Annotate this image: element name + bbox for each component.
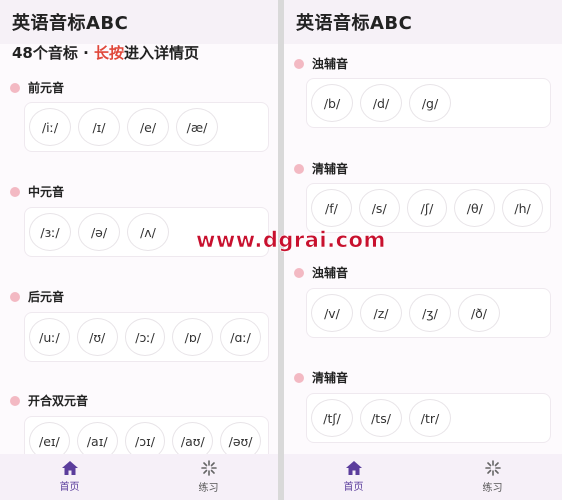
section-header-voiceless-affricates: 清辅音 [294,369,348,386]
phoneme-chip[interactable]: /s/ [358,189,400,227]
bullet-dot-icon [294,372,304,383]
nav-practice-label: 练习 [482,483,503,494]
practice-icon [200,460,217,476]
bullet-dot-icon [294,267,304,278]
section-header-diphthongs: 开合双元音 [10,392,88,409]
phoneme-chip[interactable]: /v/ [311,294,353,332]
bullet-dot-icon [294,58,304,69]
phoneme-chip[interactable]: /z/ [360,294,402,332]
app-title: 英语音标ABC [12,13,129,34]
subtitle-suffix: 进入详情页 [124,44,200,62]
watermark-text: www.dgrai.com [196,228,386,253]
section-header-voiceless-consonants: 清辅音 [294,160,348,177]
phoneme-chip[interactable]: /e/ [127,108,169,146]
nav-home[interactable]: 首页 [284,454,423,500]
home-icon [345,461,362,475]
section-header-back-vowels: 后元音 [10,288,64,305]
nav-home-label: 首页 [59,482,80,493]
phoneme-chip[interactable]: /ɒ/ [172,318,214,356]
section-label: 浊辅音 [312,57,349,71]
app-title: 英语音标ABC [296,13,413,34]
phoneme-card: /tʃ/ /ts/ /tr/ [306,393,551,443]
phoneme-card: /v/ /z/ /ʒ/ /ð/ [306,288,551,338]
section-header-voiced-fricatives: 浊辅音 [294,264,348,281]
phoneme-chip[interactable]: /h/ [502,189,543,227]
phoneme-chip[interactable]: /d/ [360,84,402,122]
practice-icon [484,460,501,476]
phoneme-card: /iː/ /ɪ/ /e/ /æ/ [24,102,269,152]
phoneme-chip[interactable]: /iː/ [29,108,71,146]
phoneme-chip[interactable]: /ts/ [360,399,402,437]
phoneme-chip[interactable]: /ɪ/ [78,108,120,146]
phoneme-chip[interactable]: /g/ [409,84,451,122]
bottom-nav: 首页 练习 [284,454,562,500]
phoneme-card: /uː/ /ʊ/ /ɔː/ /ɒ/ /ɑː/ [24,312,269,362]
phoneme-chip[interactable]: /ɑː/ [220,318,261,356]
phoneme-chip[interactable]: /θ/ [454,189,496,227]
phoneme-chip[interactable]: /ʃ/ [406,189,448,227]
section-label: 中元音 [28,185,65,199]
bullet-dot-icon [10,82,20,93]
bullet-dot-icon [10,395,20,406]
app-bar: 英语音标ABC [284,0,562,44]
nav-practice-label: 练习 [198,483,219,494]
nav-home[interactable]: 首页 [0,454,139,500]
phoneme-chip[interactable]: /ə/ [78,213,120,251]
section-label: 后元音 [28,290,65,304]
section-label: 清辅音 [312,162,349,176]
phoneme-chip[interactable]: /ʒ/ [409,294,451,332]
nav-practice[interactable]: 练习 [139,454,278,500]
phoneme-chip[interactable]: /ɜː/ [29,213,71,251]
nav-practice[interactable]: 练习 [423,454,562,500]
nav-home-label: 首页 [343,482,364,493]
phoneme-chip[interactable]: /æ/ [176,108,218,146]
phoneme-chip[interactable]: /ʊ/ [76,318,118,356]
page-subtitle: 48个音标 · 长按进入详情页 [12,42,199,63]
section-label: 清辅音 [312,371,349,385]
section-label: 浊辅音 [312,266,349,280]
section-label: 前元音 [28,81,65,95]
subtitle-prefix: 48个音标 · [12,44,95,62]
section-header-front-vowels: 前元音 [10,79,64,96]
app-bar: 英语音标ABC [0,0,278,44]
phoneme-card: /b/ /d/ /g/ [306,78,551,128]
phoneme-chip[interactable]: /b/ [311,84,353,122]
section-label: 开合双元音 [28,394,89,408]
bottom-nav: 首页 练习 [0,454,278,500]
phoneme-chip[interactable]: /ʌ/ [127,213,169,251]
home-icon [61,461,78,475]
phoneme-chip[interactable]: /tʃ/ [311,399,353,437]
bullet-dot-icon [10,186,20,197]
bullet-dot-icon [294,163,304,174]
subtitle-highlight: 长按 [94,44,125,62]
phoneme-chip[interactable]: /ð/ [458,294,500,332]
phoneme-chip[interactable]: /uː/ [29,318,70,356]
section-header-voiced-consonants: 浊辅音 [294,55,348,72]
bullet-dot-icon [10,291,20,302]
phoneme-card: /f/ /s/ /ʃ/ /θ/ /h/ [306,183,551,233]
phoneme-chip[interactable]: /ɔː/ [124,318,166,356]
phoneme-chip[interactable]: /tr/ [409,399,451,437]
section-header-central-vowels: 中元音 [10,183,64,200]
phoneme-chip[interactable]: /f/ [311,189,352,227]
